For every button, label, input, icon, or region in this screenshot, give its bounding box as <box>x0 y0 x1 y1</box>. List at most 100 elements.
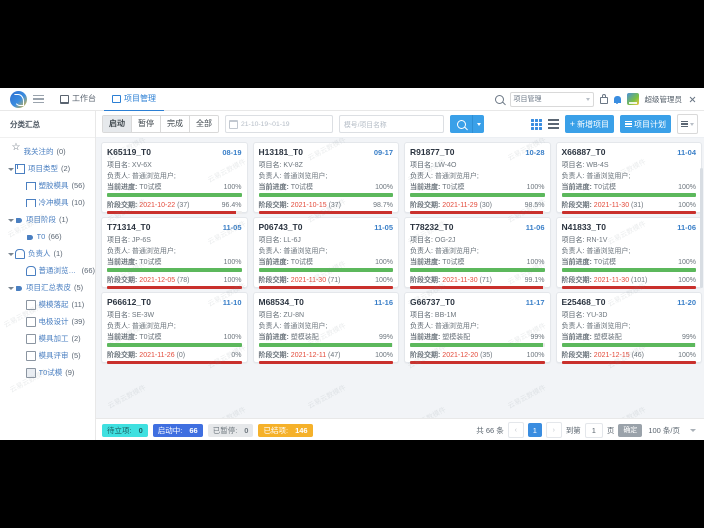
sidebar-item-0[interactable]: 我关注的(0) <box>0 143 95 160</box>
sidebar-item-count: (2) <box>61 164 71 173</box>
card-progress-row: 当前进度: T0试模 100% <box>259 182 394 192</box>
project-card[interactable]: X66887_T0 11-04 项目名: WB-4S 负责人: 普通浏览用户; 当前进度… <box>555 142 702 214</box>
sidebar-item-1[interactable]: 项目类型 (2) <box>0 160 95 177</box>
sidebar-item-6[interactable]: 负责人 (1) <box>0 245 95 262</box>
card-deadline-row: 阶段交期: 2021-12-15 (46) 100% <box>562 350 697 360</box>
project-card[interactable]: G66737_T0 11-17 项目名: BB-1M 负责人: 普通浏览用户; 当前进度… <box>404 292 551 364</box>
chevron-expand-icon[interactable] <box>8 219 14 222</box>
next-page-button[interactable]: › <box>545 422 562 438</box>
page-number-1[interactable]: 1 <box>527 423 542 437</box>
card-project-name-row: 项目名: XV-6X <box>107 160 242 171</box>
sidebar-item-count: (2) <box>71 334 81 343</box>
card-deadline-days: (47) <box>328 351 341 359</box>
card-label-deadline: 阶段交期: <box>107 201 138 209</box>
sidebar-item-9[interactable]: 模模落起 (11) <box>0 296 95 313</box>
card-header: P66612_T0 11-10 <box>107 297 242 307</box>
card-label-deadline: 阶段交期: <box>258 276 289 284</box>
card-label-project-name: 项目名: <box>258 312 282 319</box>
top-nav-project-management[interactable]: 项目管理 <box>104 88 164 111</box>
sidebar-item-2[interactable]: 塑胶模具 (56) <box>0 177 95 194</box>
chevron-expand-icon[interactable] <box>8 253 14 256</box>
app-logo-icon[interactable] <box>10 90 27 108</box>
card-progress-row: 当前进度: T0试模 100% <box>107 257 242 267</box>
fullscreen-icon[interactable] <box>688 95 696 103</box>
more-menu-button[interactable] <box>677 114 698 134</box>
card-deadline-days: (37) <box>328 201 342 209</box>
jump-page-input[interactable]: 1 <box>584 422 603 438</box>
status-badge-0[interactable]: 待立项: 0 <box>102 423 148 437</box>
card-stage-pct: 100% <box>375 259 393 266</box>
search-button[interactable] <box>450 115 472 133</box>
list-view-icon[interactable] <box>547 118 559 130</box>
page-size-select[interactable]: 100 条/页 <box>646 425 698 436</box>
sidebar-item-7[interactable]: 普通浏览用户(66) <box>0 262 95 279</box>
sidebar-item-8[interactable]: 项目汇总表皮 (5) <box>0 279 95 296</box>
project-card[interactable]: P66612_T0 11-10 项目名: SE-3W 负责人: 普通浏览用户; 当前进度… <box>101 292 248 364</box>
sidebar-item-11[interactable]: 模具加工 (2) <box>0 330 95 347</box>
project-card[interactable]: E25468_T0 11-20 项目名: YU-3D 负责人: 普通浏览用户; 当前进度… <box>555 292 702 364</box>
card-label-deadline: 阶段交期: <box>258 351 289 359</box>
project-card[interactable]: N41833_T0 11-06 项目名: RN-1V 负责人: 普通浏览用户; 当前进度… <box>555 217 702 289</box>
project-card[interactable]: T71314_T0 11-05 项目名: JP-6S 负责人: 普通浏览用户; 当前进度… <box>101 217 248 289</box>
keyword-search-input[interactable]: 模号/项目名称 <box>339 115 444 133</box>
prev-page-button[interactable]: ‹ <box>507 422 524 438</box>
confirm-button[interactable]: 确定 <box>618 423 643 437</box>
sidebar-item-13[interactable]: T0试模 (9) <box>0 364 95 381</box>
status-filter-2[interactable]: 完成 <box>161 116 190 132</box>
module-select[interactable]: 项目管理 <box>509 91 594 107</box>
search-icon[interactable] <box>494 94 504 104</box>
sidebar-item-label: 电极设计 <box>38 317 69 326</box>
status-badge-2[interactable]: 已暂停: 0 <box>207 423 254 437</box>
project-card[interactable]: M68534_T0 11-16 项目名: ZU-8N 负责人: 普通浏览用户; 当前进度… <box>252 292 399 364</box>
doc-icon <box>25 299 36 310</box>
card-deadline-days: (30) <box>479 201 492 209</box>
card-owner: 普通浏览用户; <box>283 173 328 180</box>
card-stage: T0试模 <box>593 184 616 191</box>
sidebar-item-4[interactable]: 项目阶段 (1) <box>0 211 95 228</box>
status-filter-3[interactable]: 全部 <box>190 116 218 132</box>
project-card[interactable]: T78232_T0 11-06 项目名: OG-2J 负责人: 普通浏览用户; 当前进度… <box>404 217 551 289</box>
chevron-expand-icon[interactable] <box>8 287 14 290</box>
card-deadline-row: 阶段交期: 2021-10-15 (37) 98.7% <box>259 200 394 210</box>
card-deadline-pct: 100% <box>678 201 696 209</box>
top-nav-workbench[interactable]: 工作台 <box>52 88 104 110</box>
card-label-deadline: 阶段交期: <box>410 201 441 209</box>
card-progress-row: 当前进度: 塑模装配 99% <box>562 332 697 342</box>
status-badge-1[interactable]: 启动中: 66 <box>152 423 203 437</box>
chevron-expand-icon[interactable] <box>8 168 14 171</box>
sidebar-item-count: (1) <box>59 215 69 224</box>
card-owner-row: 负责人: 普通浏览用户; <box>410 246 545 257</box>
date-range-input[interactable]: 21-10-19~01-19 <box>225 115 333 133</box>
status-filter-0[interactable]: 启动 <box>103 116 132 132</box>
status-badge-3[interactable]: 已结项: 146 <box>258 423 313 437</box>
add-project-button[interactable]: + 新增项目 <box>564 115 614 133</box>
vertical-scrollbar[interactable] <box>700 168 703 288</box>
project-plan-button[interactable]: 项目计划 <box>620 115 671 133</box>
card-project-name-row: 项目名: JP-6S <box>107 235 242 246</box>
sidebar-item-5[interactable]: T0 (66) <box>0 228 95 245</box>
hamburger-icon[interactable] <box>33 94 44 104</box>
card-deadline-progressbar <box>561 285 696 289</box>
project-card[interactable]: R91877_T0 10-28 项目名: LW-4O 负责人: 普通浏览用户; 当前进度… <box>404 142 551 214</box>
sidebar-item-3[interactable]: 冷冲模具 (10) <box>0 194 95 211</box>
sidebar-item-10[interactable]: 电极设计 (39) <box>0 313 95 330</box>
lock-icon[interactable] <box>599 94 608 104</box>
doc-icon <box>25 316 36 327</box>
card-deadline-row: 阶段交期: 2021-12-20 (35) 100% <box>410 350 545 360</box>
card-label-progress: 当前进度: <box>561 184 592 191</box>
user-avatar[interactable] <box>626 93 639 105</box>
project-card[interactable]: H13181_T0 09-17 项目名: KV-8Z 负责人: 普通浏览用户; 当前进度… <box>252 142 399 214</box>
project-card[interactable]: P06743_T0 11-05 项目名: LL-6J 负责人: 普通浏览用户; 当前进度… <box>252 217 399 289</box>
sidebar-tree: 我关注的(0)项目类型(2)塑胶模具(56)冷冲模具(10)项目阶段(1)T0(… <box>0 138 95 381</box>
grid-view-icon[interactable] <box>530 118 542 130</box>
bell-icon[interactable] <box>614 96 621 104</box>
status-filter-1[interactable]: 暂停 <box>132 116 161 132</box>
card-deadline-pct: 100% <box>375 276 393 284</box>
card-deadline-pct: 100% <box>526 351 545 359</box>
project-card[interactable]: K65119_T0 08-19 项目名: XV-6X 负责人: 普通浏览用户; 当前进度… <box>101 142 248 214</box>
card-owner-row: 负责人: 普通浏览用户; <box>259 171 394 182</box>
sidebar-item-12[interactable]: 模具评审 (5) <box>0 347 95 364</box>
card-date: 08-19 <box>222 148 242 157</box>
card-label-owner: 负责人: <box>107 323 130 330</box>
search-options-dropdown[interactable] <box>472 115 484 133</box>
